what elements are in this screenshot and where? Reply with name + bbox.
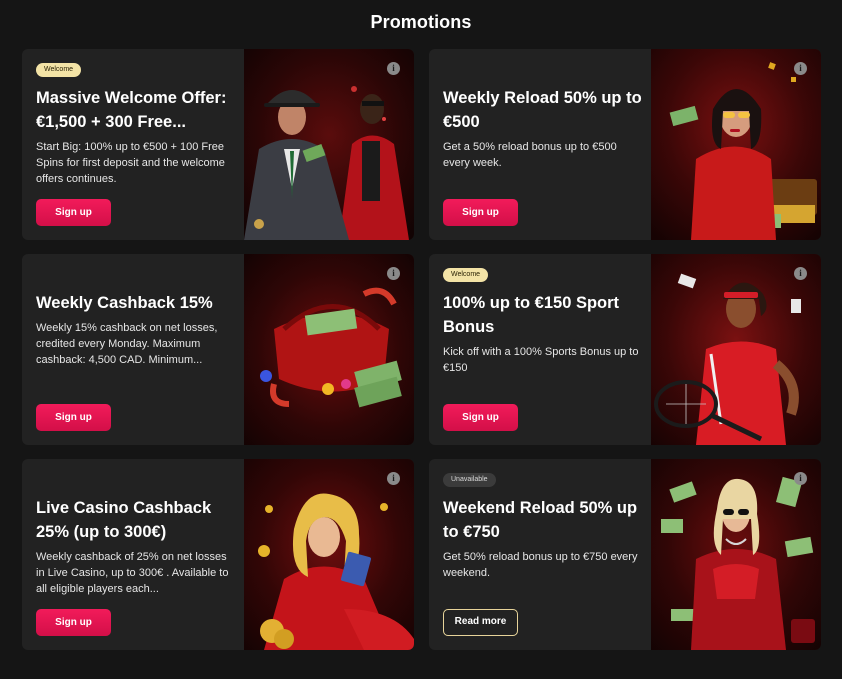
promo-card-weekly-cashback[interactable]: Weekly Cashback 15% Weekly 15% cashback … [22, 254, 414, 445]
promo-card-weekend-reload[interactable]: Unavailable Weekend Reload 50% up to €75… [429, 459, 821, 650]
tennis-player-art: i [651, 254, 821, 445]
status-badge: Unavailable [443, 473, 496, 487]
promo-title: Weekend Reload 50% up to €750 [443, 499, 638, 541]
promo-card-sport-bonus[interactable]: Welcome 100% up to €150 Sport Bonus Kick… [429, 254, 821, 445]
woman-in-red-jacket-art: i [651, 459, 821, 650]
promo-description: Kick off with a 100% Sports Bonus up to … [443, 346, 639, 374]
promo-card-welcome-offer[interactable]: Welcome Massive Welcome Offer: €1,500 + … [22, 49, 414, 240]
info-icon[interactable]: i [387, 62, 400, 75]
promo-title: Massive Welcome Offer: €1,500 + 300 Free… [36, 89, 227, 131]
promo-card-text: Welcome 100% up to €150 Sport Bonus Kick… [429, 254, 651, 445]
sign-up-button[interactable]: Sign up [443, 404, 518, 431]
promo-card-text: Live Casino Cashback 25% (up to 300€) We… [22, 459, 244, 650]
promo-description: Weekly cashback of 25% on net losses in … [36, 551, 229, 595]
promo-description: Get 50% reload bonus up to €750 every we… [443, 551, 638, 579]
sign-up-button[interactable]: Sign up [36, 609, 111, 636]
promo-card-live-casino-cashback[interactable]: Live Casino Cashback 25% (up to 300€) We… [22, 459, 414, 650]
status-badge: Welcome [36, 63, 82, 77]
promo-description: Weekly 15% cashback on net losses, credi… [36, 322, 218, 366]
sign-up-button[interactable]: Sign up [443, 199, 518, 226]
woman-with-money-art: i [651, 49, 821, 240]
read-more-button[interactable]: Read more [443, 609, 518, 636]
gangster-men-art: i [244, 49, 414, 240]
promo-title: 100% up to €150 Sport Bonus [443, 294, 620, 336]
info-icon[interactable]: i [794, 472, 807, 485]
promo-card-text: Weekly Reload 50% up to €500 Get a 50% r… [429, 49, 651, 240]
red-bag-cash-art: i [244, 254, 414, 445]
page-title: Promotions [370, 12, 472, 32]
promo-card-text: Welcome Massive Welcome Offer: €1,500 + … [22, 49, 244, 240]
promo-card-text: Unavailable Weekend Reload 50% up to €75… [429, 459, 651, 650]
info-icon[interactable]: i [794, 267, 807, 280]
promo-description: Get a 50% reload bonus up to €500 every … [443, 141, 617, 169]
promo-card-weekly-reload[interactable]: Weekly Reload 50% up to €500 Get a 50% r… [429, 49, 821, 240]
promo-title: Weekly Cashback 15% [36, 294, 213, 312]
info-icon[interactable]: i [387, 472, 400, 485]
info-icon[interactable]: i [387, 267, 400, 280]
promo-description: Start Big: 100% up to €500 + 100 Free Sp… [36, 141, 225, 185]
info-icon[interactable]: i [794, 62, 807, 75]
status-badge: Welcome [443, 268, 489, 282]
promo-card-text: Weekly Cashback 15% Weekly 15% cashback … [22, 254, 244, 445]
promo-title: Live Casino Cashback 25% (up to 300€) [36, 499, 212, 541]
promotions-grid: Welcome Massive Welcome Offer: €1,500 + … [22, 49, 821, 650]
sign-up-button[interactable]: Sign up [36, 199, 111, 226]
promo-title: Weekly Reload 50% up to €500 [443, 89, 642, 131]
blonde-with-cards-art: i [244, 459, 414, 650]
sign-up-button[interactable]: Sign up [36, 404, 111, 431]
